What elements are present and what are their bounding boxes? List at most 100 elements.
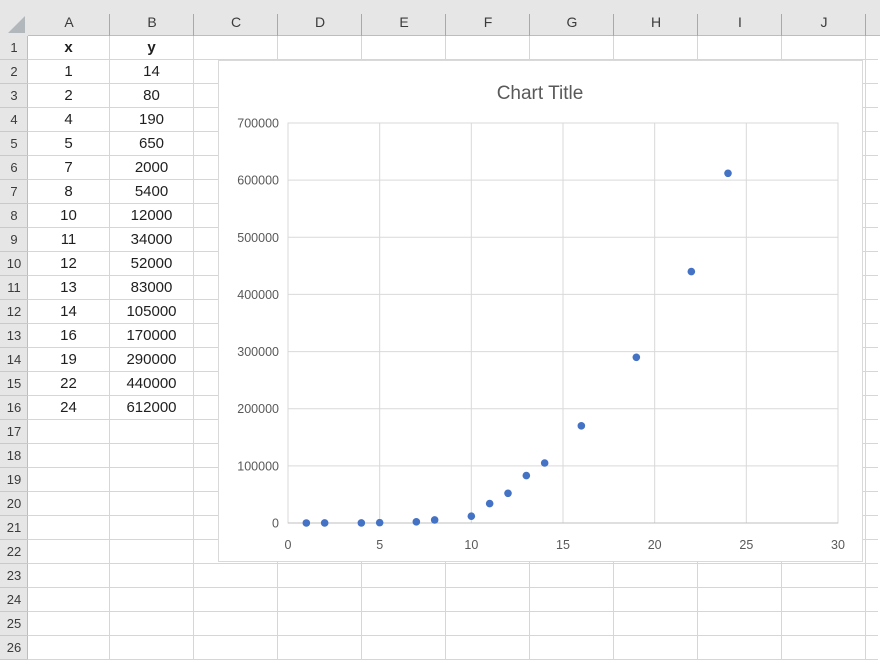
cell-I1[interactable] [698,36,782,60]
cell-A18[interactable] [28,444,110,468]
cell-A7[interactable]: 8 [28,180,110,204]
cell-G24[interactable] [530,588,614,612]
cell-D1[interactable] [278,36,362,60]
cell-partial-13[interactable] [866,324,878,348]
cell-A22[interactable] [28,540,110,564]
data-point[interactable] [633,353,641,361]
cell-I23[interactable] [698,564,782,588]
cell-J26[interactable] [782,636,866,660]
cell-A10[interactable]: 12 [28,252,110,276]
data-point[interactable] [431,516,439,524]
cell-B26[interactable] [110,636,194,660]
cell-E26[interactable] [362,636,446,660]
cell-A26[interactable] [28,636,110,660]
cell-B1[interactable]: y [110,36,194,60]
row-header-15[interactable]: 15 [0,372,28,396]
row-header-22[interactable]: 22 [0,540,28,564]
data-point[interactable] [376,519,384,527]
cell-E24[interactable] [362,588,446,612]
cell-G26[interactable] [530,636,614,660]
cell-A14[interactable]: 19 [28,348,110,372]
cell-H26[interactable] [614,636,698,660]
cell-F1[interactable] [446,36,530,60]
row-header-5[interactable]: 5 [0,132,28,156]
data-point[interactable] [321,519,329,527]
column-header-A[interactable]: A [28,0,110,36]
cell-A20[interactable] [28,492,110,516]
cell-A19[interactable] [28,468,110,492]
cell-H25[interactable] [614,612,698,636]
cell-B12[interactable]: 105000 [110,300,194,324]
cell-partial-1[interactable] [866,36,878,60]
cell-A24[interactable] [28,588,110,612]
cell-B2[interactable]: 14 [110,60,194,84]
cell-B25[interactable] [110,612,194,636]
cell-D25[interactable] [278,612,362,636]
cell-B16[interactable]: 612000 [110,396,194,420]
data-point[interactable] [358,519,366,527]
cell-partial-10[interactable] [866,252,878,276]
chart-title[interactable]: Chart Title [497,83,584,104]
cell-partial-14[interactable] [866,348,878,372]
cell-A2[interactable]: 1 [28,60,110,84]
cell-B8[interactable]: 12000 [110,204,194,228]
column-header-C[interactable]: C [194,0,278,36]
row-header-23[interactable]: 23 [0,564,28,588]
column-header-I[interactable]: I [698,0,782,36]
chart-object[interactable]: 0100000200000300000400000500000600000700… [218,60,863,562]
cell-B24[interactable] [110,588,194,612]
row-header-10[interactable]: 10 [0,252,28,276]
cell-B5[interactable]: 650 [110,132,194,156]
column-header-D[interactable]: D [278,0,362,36]
cell-A23[interactable] [28,564,110,588]
cell-B22[interactable] [110,540,194,564]
row-header-6[interactable]: 6 [0,156,28,180]
cell-partial-20[interactable] [866,492,878,516]
cell-B7[interactable]: 5400 [110,180,194,204]
cell-A25[interactable] [28,612,110,636]
cell-partial-4[interactable] [866,108,878,132]
cell-B19[interactable] [110,468,194,492]
row-header-16[interactable]: 16 [0,396,28,420]
row-header-17[interactable]: 17 [0,420,28,444]
cell-B13[interactable]: 170000 [110,324,194,348]
select-all-corner[interactable] [0,0,28,36]
cell-J23[interactable] [782,564,866,588]
cell-F26[interactable] [446,636,530,660]
cell-F24[interactable] [446,588,530,612]
row-header-24[interactable]: 24 [0,588,28,612]
cell-I26[interactable] [698,636,782,660]
data-point[interactable] [523,472,531,480]
cell-partial-21[interactable] [866,516,878,540]
cell-H1[interactable] [614,36,698,60]
cell-I25[interactable] [698,612,782,636]
cell-A13[interactable]: 16 [28,324,110,348]
cell-B21[interactable] [110,516,194,540]
cell-B23[interactable] [110,564,194,588]
cell-A8[interactable]: 10 [28,204,110,228]
row-header-13[interactable]: 13 [0,324,28,348]
cell-J25[interactable] [782,612,866,636]
cell-G25[interactable] [530,612,614,636]
cell-G1[interactable] [530,36,614,60]
cell-A12[interactable]: 14 [28,300,110,324]
cell-partial-25[interactable] [866,612,878,636]
cell-A21[interactable] [28,516,110,540]
cell-partial-6[interactable] [866,156,878,180]
cell-C26[interactable] [194,636,278,660]
cell-A16[interactable]: 24 [28,396,110,420]
row-header-1[interactable]: 1 [0,36,28,60]
cell-A3[interactable]: 2 [28,84,110,108]
cell-A4[interactable]: 4 [28,108,110,132]
cell-C23[interactable] [194,564,278,588]
column-header-B[interactable]: B [110,0,194,36]
row-header-14[interactable]: 14 [0,348,28,372]
cell-A5[interactable]: 5 [28,132,110,156]
cell-B10[interactable]: 52000 [110,252,194,276]
row-header-11[interactable]: 11 [0,276,28,300]
cell-D26[interactable] [278,636,362,660]
cell-B4[interactable]: 190 [110,108,194,132]
row-header-19[interactable]: 19 [0,468,28,492]
cell-B15[interactable]: 440000 [110,372,194,396]
data-point[interactable] [724,169,732,177]
